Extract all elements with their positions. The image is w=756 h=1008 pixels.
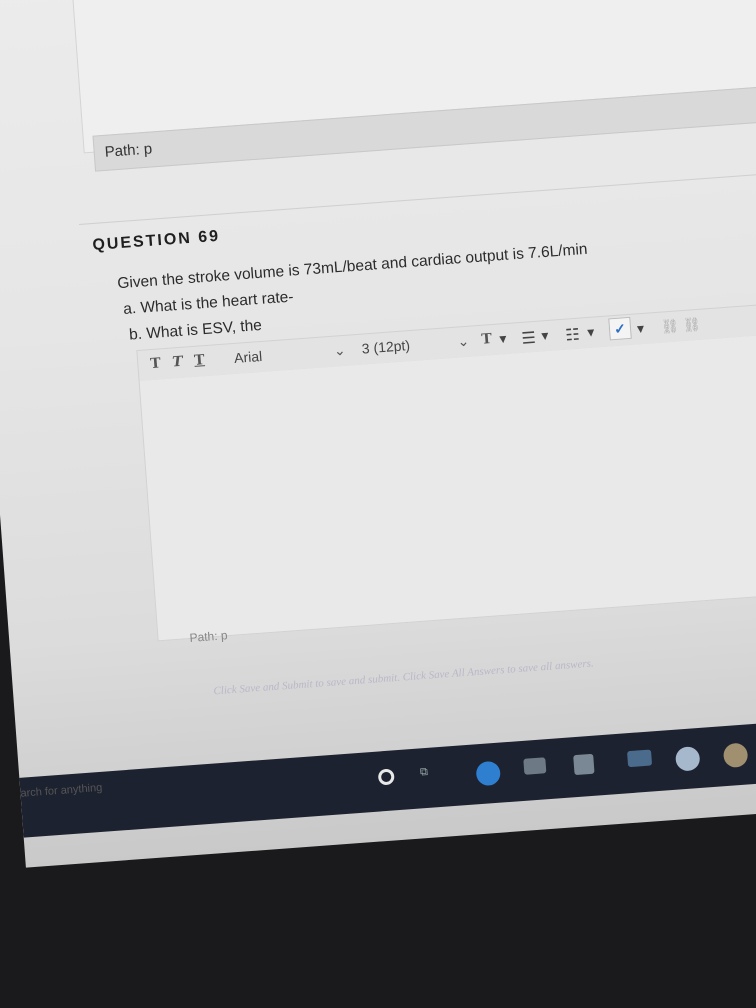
font-family-chevron-icon[interactable]: ⌄ <box>333 342 346 360</box>
underline-button[interactable]: T <box>194 352 206 369</box>
bullet-list-icon[interactable]: ☰ <box>521 328 537 349</box>
spellcheck-icon[interactable]: ✓ <box>608 316 632 341</box>
question-part-a: a. What is the heart rate- <box>122 288 295 318</box>
text-color-button[interactable]: T <box>481 331 493 348</box>
bold-button[interactable]: T <box>150 355 162 372</box>
cortana-icon[interactable] <box>377 768 395 786</box>
font-family-select[interactable]: Arial <box>234 348 263 366</box>
font-size-select[interactable]: 3 (12pt) <box>361 337 410 356</box>
edge-icon[interactable] <box>475 760 502 787</box>
answer-editor[interactable] <box>138 329 756 642</box>
bullet-list-dropdown-icon[interactable]: ▾ <box>541 327 549 344</box>
app-icon[interactable] <box>674 745 701 772</box>
unlink-icon[interactable]: ⛓ <box>682 316 701 334</box>
taskbar: ⧉ <box>19 714 756 838</box>
submit-instructions: Click Save and Submit to save and submit… <box>213 657 595 698</box>
font-size-chevron-icon[interactable]: ⌄ <box>457 333 470 351</box>
question-divider <box>78 169 756 225</box>
chrome-icon[interactable] <box>722 742 749 769</box>
link-icon[interactable]: ⛓ <box>660 317 679 335</box>
spellcheck-dropdown-icon[interactable]: ▾ <box>636 320 644 337</box>
store-icon[interactable] <box>573 753 595 776</box>
screen: Path: p QUESTION 69 Given the stroke vol… <box>0 0 756 868</box>
text-color-dropdown-icon[interactable]: ▾ <box>499 330 507 347</box>
italic-button[interactable]: T <box>172 354 184 371</box>
question-part-b: b. What is ESV, the <box>128 316 263 344</box>
numbered-list-icon[interactable]: ☷ <box>565 325 581 346</box>
photos-icon[interactable] <box>627 749 653 768</box>
task-view-icon[interactable]: ⧉ <box>420 765 439 784</box>
numbered-list-dropdown-icon[interactable]: ▾ <box>587 324 595 341</box>
question-title: QUESTION 69 <box>91 227 221 255</box>
previous-path-label: Path: p <box>104 140 153 161</box>
mail-icon[interactable] <box>523 757 547 775</box>
editor-path-label: Path: p <box>189 628 228 645</box>
question-prompt: Given the stroke volume is 73mL/beat and… <box>116 240 589 293</box>
